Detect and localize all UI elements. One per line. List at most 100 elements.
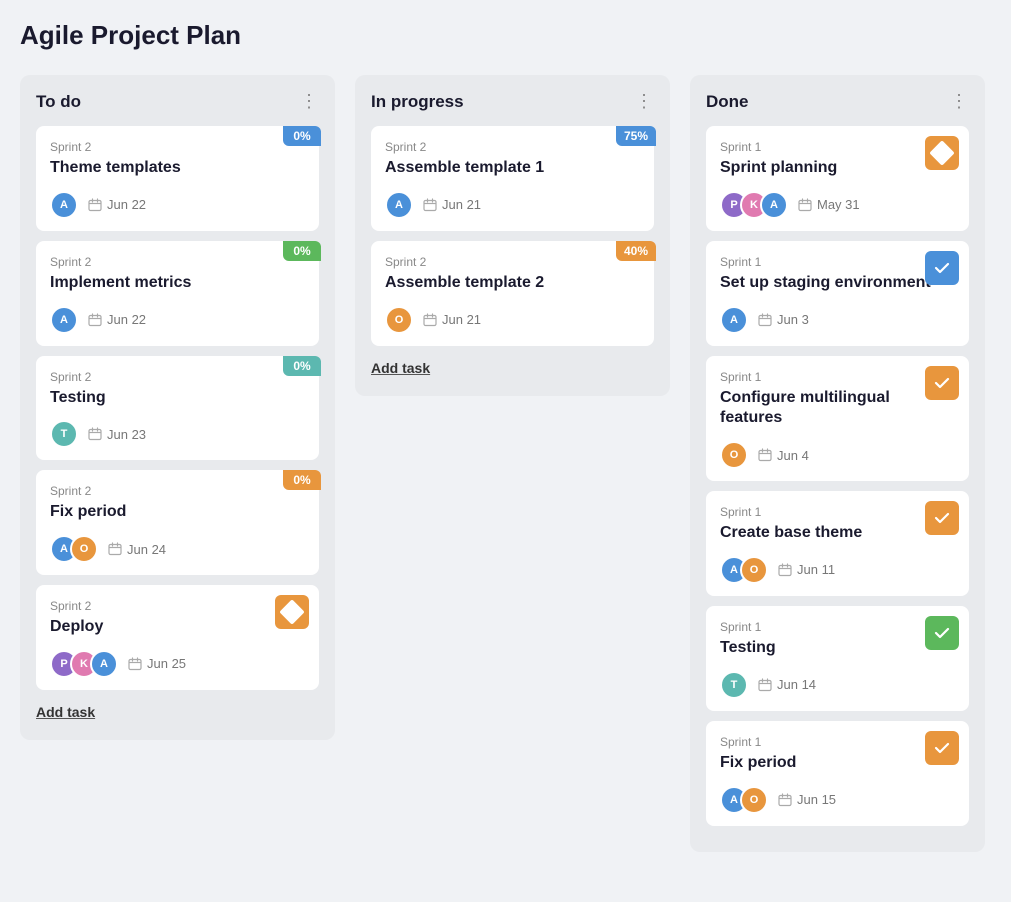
diamond-status-icon [925,136,959,170]
column-title: Done [706,92,749,112]
card-sprint-label: Sprint 1 [720,255,955,269]
avatar: O [720,441,748,469]
column-menu-button[interactable]: ⋮ [635,91,654,112]
task-card[interactable]: Sprint 1Create base themeAO Jun 11 [706,491,969,596]
avatar: T [50,420,78,448]
avatar-group: T [50,420,78,448]
avatar-group: A [50,191,78,219]
task-card[interactable]: Sprint 1 Fix period AO Jun 15 [706,721,969,826]
check-status-icon [925,251,959,285]
column-title: In progress [371,92,464,112]
card-title: Set up staging environment [720,273,955,294]
avatar: O [385,306,413,334]
card-sprint-label: Sprint 2 [50,140,305,154]
avatar: A [720,306,748,334]
card-footer: AO Jun 15 [720,786,955,814]
card-date: Jun 23 [88,427,146,442]
task-card[interactable]: 0%Sprint 2TestingT Jun 23 [36,356,319,461]
progress-badge: 0% [283,241,321,261]
card-date: Jun 25 [128,656,186,671]
avatar-group: O [720,441,748,469]
column-todo: To do⋮0%Sprint 2Theme templatesA Jun 220… [20,75,335,740]
add-task-button[interactable]: Add task [36,700,95,724]
avatar-group: AO [720,556,768,584]
task-card[interactable]: 0%Sprint 2 Implement metrics A Jun 22 [36,241,319,346]
avatar-group: PKA [50,650,118,678]
avatar: A [50,306,78,334]
card-footer: T Jun 23 [50,420,305,448]
avatar-group: PKA [720,191,788,219]
card-title: Assemble template 2 [385,273,640,294]
avatar-group: O [385,306,413,334]
progress-badge: 40% [616,241,656,261]
card-date: Jun 22 [88,312,146,327]
card-title: Fix period [720,753,955,774]
task-card[interactable]: 75%Sprint 2Assemble template 1A Jun 21 [371,126,654,231]
check-status-icon [925,366,959,400]
card-title: Implement metrics [50,273,305,294]
card-title: Sprint planning [720,158,955,179]
check-status-icon [925,616,959,650]
card-title: Configure multilingual features [720,388,955,430]
card-title: Testing [50,388,305,409]
task-card[interactable]: 40%Sprint 2 Assemble template 2 O Jun 21 [371,241,654,346]
card-title: Assemble template 1 [385,158,640,179]
card-footer: A Jun 3 [720,306,955,334]
avatar: A [760,191,788,219]
card-footer: PKA Jun 25 [50,650,305,678]
check-status-icon [925,731,959,765]
card-footer: O Jun 4 [720,441,955,469]
card-footer: A Jun 22 [50,191,305,219]
card-date: Jun 22 [88,197,146,212]
card-footer: A Jun 22 [50,306,305,334]
card-sprint-label: Sprint 2 [385,140,640,154]
card-title: Deploy [50,617,305,638]
card-date: Jun 4 [758,448,809,463]
card-sprint-label: Sprint 1 [720,620,955,634]
card-sprint-label: Sprint 2 [50,599,305,613]
column-done: Done ⋮ Sprint 1 Sprint planning PKA May 31 S… [690,75,985,852]
column-menu-button[interactable]: ⋮ [950,91,969,112]
add-task-button[interactable]: Add task [371,356,430,380]
card-title: Create base theme [720,523,955,544]
avatar: A [90,650,118,678]
card-title: Testing [720,638,955,659]
card-date: Jun 21 [423,312,481,327]
column-menu-button[interactable]: ⋮ [300,91,319,112]
card-sprint-label: Sprint 1 [720,370,955,384]
card-sprint-label: Sprint 2 [50,484,305,498]
column-title: To do [36,92,81,112]
progress-badge: 75% [616,126,656,146]
avatar: A [385,191,413,219]
kanban-board: To do⋮0%Sprint 2Theme templatesA Jun 220… [20,75,991,852]
card-footer: AO Jun 24 [50,535,305,563]
task-card[interactable]: 0%Sprint 2Theme templatesA Jun 22 [36,126,319,231]
card-date: Jun 14 [758,677,816,692]
card-date: May 31 [798,197,860,212]
avatar-group: T [720,671,748,699]
avatar: O [740,556,768,584]
card-date: Jun 11 [778,562,835,577]
task-card[interactable]: Sprint 1 Sprint planning PKA May 31 [706,126,969,231]
column-inprogress: In progress⋮75%Sprint 2Assemble template… [355,75,670,396]
card-footer: T Jun 14 [720,671,955,699]
avatar: A [50,191,78,219]
progress-badge: 0% [283,356,321,376]
card-sprint-label: Sprint 2 [385,255,640,269]
card-sprint-label: Sprint 1 [720,140,955,154]
card-date: Jun 15 [778,792,836,807]
avatar: T [720,671,748,699]
card-sprint-label: Sprint 1 [720,735,955,749]
card-date: Jun 3 [758,312,809,327]
avatar: O [740,786,768,814]
avatar-group: A [385,191,413,219]
progress-badge: 0% [283,470,321,490]
task-card[interactable]: Sprint 1 Configure multilingual features O… [706,356,969,482]
task-card[interactable]: Sprint 1 Testing T Jun 14 [706,606,969,711]
task-card[interactable]: Sprint 1 Set up staging environment A Jun … [706,241,969,346]
avatar-group: AO [50,535,98,563]
task-card[interactable]: 0%Sprint 2Fix periodAO Jun 24 [36,470,319,575]
avatar: O [70,535,98,563]
task-card[interactable]: Sprint 2 Deploy PKA Jun 25 [36,585,319,690]
card-sprint-label: Sprint 2 [50,255,305,269]
